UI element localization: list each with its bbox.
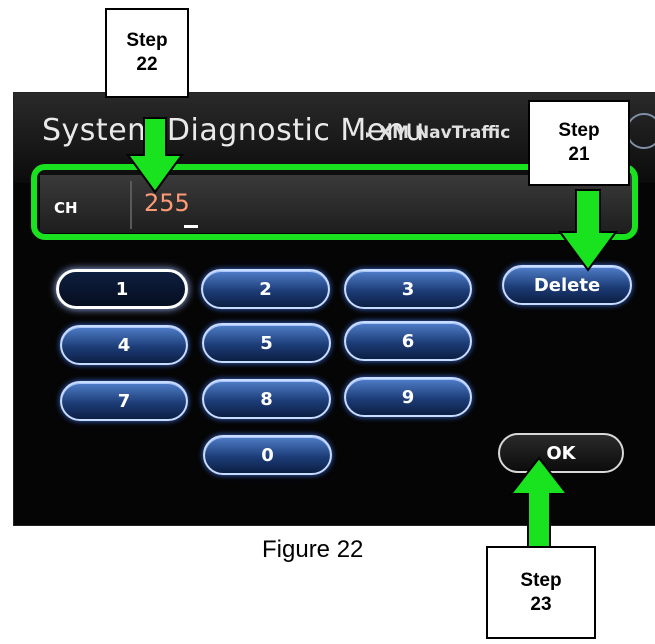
step23-word: Step — [520, 569, 562, 591]
step21-word: Step — [558, 120, 600, 141]
step23-arrow — [508, 456, 570, 549]
step22-arrow — [126, 117, 184, 194]
step21-number: 21 — [568, 144, 590, 165]
figure-caption: Figure 22 — [262, 536, 364, 563]
step21-arrow — [558, 189, 618, 272]
step22-callout: Step 22 — [105, 8, 189, 98]
step21-callout: Step 21 — [528, 100, 630, 186]
step23-callout: Step 23 — [486, 546, 596, 639]
step23-number: 23 — [530, 593, 552, 615]
step22-word: Step — [126, 30, 168, 51]
step22-number: 22 — [136, 54, 158, 75]
